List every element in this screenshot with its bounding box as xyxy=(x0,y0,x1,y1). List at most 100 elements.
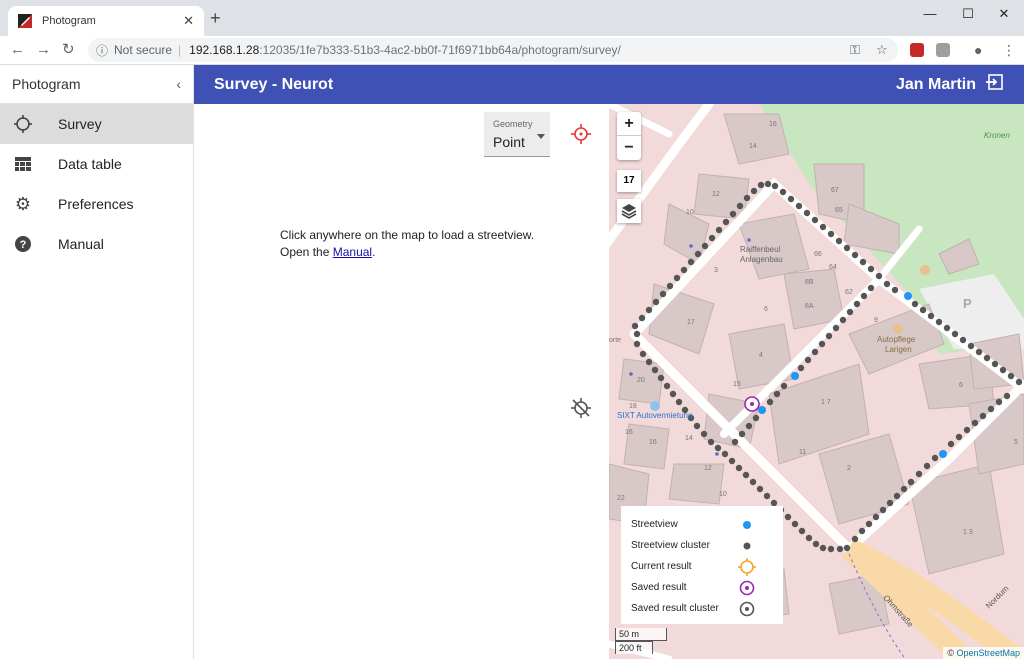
legend-label: Saved result cluster xyxy=(631,603,719,614)
streetview-dot-icon xyxy=(738,520,756,530)
map-label: 1 3 xyxy=(963,529,973,536)
map-label: 5 xyxy=(1014,439,1018,446)
back-arrow-icon[interactable]: ← xyxy=(10,41,25,59)
photogram-favicon xyxy=(18,14,32,28)
building xyxy=(648,283,715,355)
legend-row: Saved result cluster xyxy=(631,598,783,619)
map-label: 64 xyxy=(829,264,837,271)
crosshair-icon xyxy=(14,115,32,133)
legend-label: Saved result xyxy=(631,582,687,593)
browser-tab[interactable]: Photogram ✕ xyxy=(8,6,204,36)
zoom-control: + − xyxy=(617,112,641,160)
logout-icon[interactable] xyxy=(986,73,1004,96)
menu-dots-icon[interactable]: ⋮ xyxy=(1002,42,1016,59)
tab-close-icon[interactable]: ✕ xyxy=(183,13,194,29)
map-label: 4 xyxy=(759,352,763,359)
map-label: 18 xyxy=(629,403,637,410)
rental-car-icon xyxy=(650,401,660,411)
sidebar-item-data-table[interactable]: Data table xyxy=(0,144,193,184)
sidebar-item-label: Manual xyxy=(58,236,104,252)
map-label: 16 xyxy=(625,429,633,436)
legend-row: Saved result xyxy=(631,577,783,598)
sidebar-header: Photogram ‹ xyxy=(0,65,193,104)
ublock-extension-icon[interactable] xyxy=(910,43,924,57)
map-label: 62 xyxy=(845,289,853,296)
url-separator: | xyxy=(178,43,182,57)
locate-crosshair-icon[interactable] xyxy=(571,124,591,149)
map-label: 6 xyxy=(959,382,963,389)
car-service-icon xyxy=(893,324,903,334)
mail-extension-icon[interactable] xyxy=(936,43,950,57)
map-scale: 50 m 200 ft xyxy=(615,628,667,654)
map-label: orte xyxy=(609,337,621,344)
manual-link[interactable]: Manual xyxy=(333,245,372,259)
legend-row: Streetview cluster xyxy=(631,535,783,556)
geometry-label: Geometry xyxy=(493,119,533,129)
star-icon[interactable]: ☆ xyxy=(876,42,888,58)
close-window-button[interactable]: ✕ xyxy=(986,4,1022,24)
forward-arrow-icon[interactable]: → xyxy=(36,41,51,59)
zoom-in-button[interactable]: + xyxy=(617,112,641,136)
sidebar-item-manual[interactable]: ? Manual xyxy=(0,224,193,264)
saved-result-ring xyxy=(744,396,760,412)
building xyxy=(693,173,750,220)
dropdown-arrow-icon xyxy=(537,134,545,139)
building xyxy=(668,463,725,505)
sidebar-item-label: Preferences xyxy=(58,196,134,212)
map-label: Raiffenbeul xyxy=(740,245,781,254)
sidebar-item-preferences[interactable]: ⚙ Preferences xyxy=(0,184,193,224)
table-icon xyxy=(14,155,32,173)
poi-dot xyxy=(715,452,719,456)
hint-line-1: Click anywhere on the map to load a stre… xyxy=(280,228,535,242)
new-tab-button[interactable]: + xyxy=(210,9,221,27)
map-label: Autopflege xyxy=(877,335,916,344)
map-label: 12 xyxy=(704,465,712,472)
openstreetmap-link[interactable]: OpenStreetMap xyxy=(956,648,1020,658)
geometry-select[interactable]: Geometry Point xyxy=(484,112,550,157)
key-icon[interactable]: ⚿ xyxy=(850,42,860,58)
sidebar: Photogram ‹ Survey Data table ⚙ Preferen… xyxy=(0,65,194,659)
map-label: 22 xyxy=(617,495,625,502)
zoom-out-button[interactable]: − xyxy=(617,136,641,160)
legend-row: Streetview xyxy=(631,514,783,535)
layers-button[interactable] xyxy=(617,199,641,223)
sidebar-item-label: Data table xyxy=(58,156,122,172)
car-wash-icon xyxy=(920,265,930,275)
user-name[interactable]: Jan Martin xyxy=(896,76,976,94)
map-label: 6 xyxy=(764,306,768,313)
legend-label: Current result xyxy=(631,561,692,572)
gps-off-icon[interactable] xyxy=(571,398,591,423)
page-title: Survey - Neurot xyxy=(214,75,334,93)
app-bar: Survey - Neurot Jan Martin xyxy=(194,65,1024,104)
map-label: 8B xyxy=(805,279,814,286)
url-path: :12035/1fe7b333-51b3-4ac2-bb0f-71f6971bb… xyxy=(259,43,621,57)
sidebar-item-survey[interactable]: Survey xyxy=(0,104,193,144)
collapse-chevron-icon[interactable]: ‹ xyxy=(176,76,181,92)
map-label: 10 xyxy=(719,491,727,498)
map-label: 14 xyxy=(685,435,693,442)
map-label: 65 xyxy=(835,207,843,214)
geometry-value: Point xyxy=(493,134,525,150)
info-icon[interactable]: ⓘ xyxy=(96,42,108,59)
browser-titlebar: Photogram ✕ + — ☐ ✕ xyxy=(0,0,1024,36)
svg-text:?: ? xyxy=(20,239,27,251)
hint-line-2: Open the Manual. xyxy=(280,244,534,261)
address-bar[interactable]: ⓘ Not secure | 192.168.1.28 :12035/1fe7b… xyxy=(88,38,898,62)
reload-icon[interactable]: ↻ xyxy=(62,41,75,59)
map-legend: Streetview Streetview cluster Current re… xyxy=(621,506,783,624)
layers-icon xyxy=(621,204,637,219)
poi-dot xyxy=(629,372,633,376)
legend-label: Streetview xyxy=(631,519,678,530)
map-label: 16 xyxy=(649,439,657,446)
map-label: 11 xyxy=(799,449,806,456)
map-view[interactable]: 16 14 12 10 67 65 66 64 8B 8A 62 9 17 6 … xyxy=(609,104,1024,659)
map-label: 14 xyxy=(749,143,757,150)
maximize-button[interactable]: ☐ xyxy=(950,4,986,24)
streetview-pane: Geometry Point Click anywhere on the map… xyxy=(195,104,609,659)
poi-dot xyxy=(689,244,693,248)
profile-icon[interactable]: ● xyxy=(974,42,982,58)
map-label: 8A xyxy=(805,303,814,310)
poi-dot xyxy=(747,238,751,242)
map-label: 66 xyxy=(814,251,822,258)
minimize-button[interactable]: — xyxy=(912,4,948,24)
